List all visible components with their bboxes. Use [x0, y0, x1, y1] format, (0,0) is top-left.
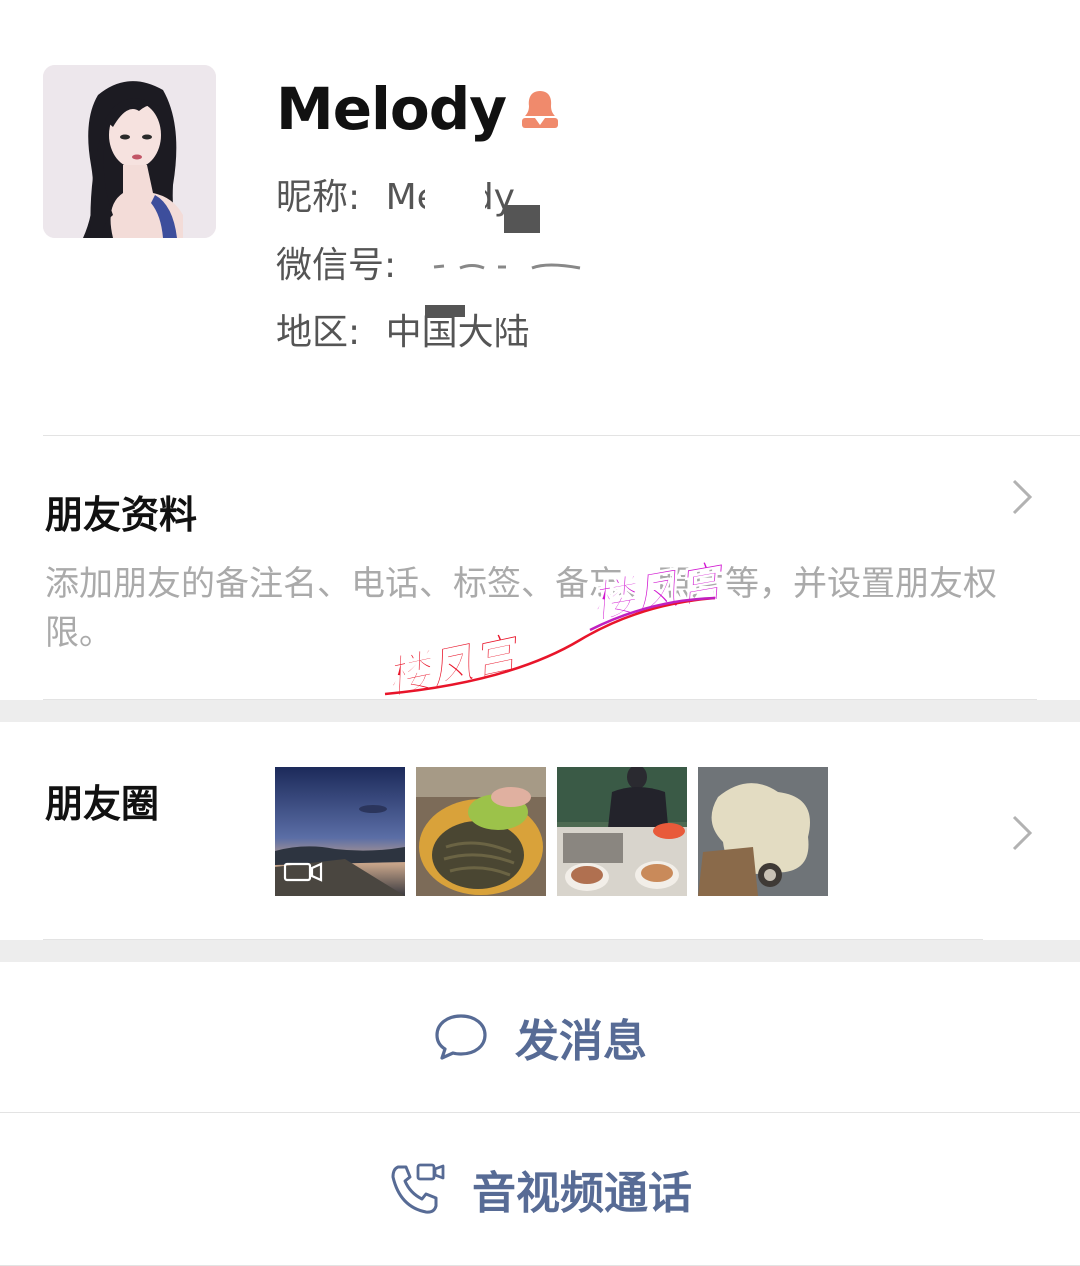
nickname-label: 昵称: — [276, 177, 361, 218]
phone-video-icon — [391, 1163, 445, 1214]
region-redaction-white — [486, 298, 516, 318]
profile-name-row: Melody — [276, 74, 562, 144]
region-label: 地区: — [276, 312, 361, 353]
voice-video-call-label: 音视频通话 — [472, 1168, 692, 1219]
region-value: 中国大陆 — [385, 312, 530, 353]
section-gap — [0, 940, 1080, 962]
voice-video-call-button[interactable]: 音视频通话 — [0, 1113, 1080, 1265]
friend-info-title: 朋友资料 — [45, 493, 198, 537]
redaction-smear — [425, 170, 485, 210]
moments-thumbnails — [275, 767, 828, 896]
profile-name: Melody — [276, 75, 507, 143]
region-redaction — [425, 305, 465, 317]
send-message-button[interactable]: 发消息 — [0, 962, 1080, 1112]
moments-thumbnail[interactable] — [698, 767, 828, 896]
chevron-right-icon — [1012, 479, 1033, 515]
redaction-block — [504, 205, 540, 233]
avatar[interactable] — [43, 65, 216, 238]
wechat-id-label: 微信号: — [276, 245, 397, 286]
moments-title: 朋友圈 — [45, 782, 160, 826]
avatar-illustration — [43, 65, 216, 238]
send-message-label: 发消息 — [515, 1016, 647, 1067]
moments-thumbnail[interactable] — [557, 767, 687, 896]
chevron-right-icon — [1012, 815, 1033, 851]
section-gap — [0, 700, 1080, 722]
wechat-id-line[interactable]: 微信号: — [276, 236, 396, 288]
moments-thumbnail[interactable] — [416, 767, 546, 896]
watermark-curve — [384, 596, 716, 696]
moments-thumbnail[interactable] — [275, 767, 405, 896]
wechat-id-redaction — [432, 258, 582, 272]
female-icon — [522, 91, 559, 128]
chat-bubble-icon — [435, 1014, 487, 1060]
